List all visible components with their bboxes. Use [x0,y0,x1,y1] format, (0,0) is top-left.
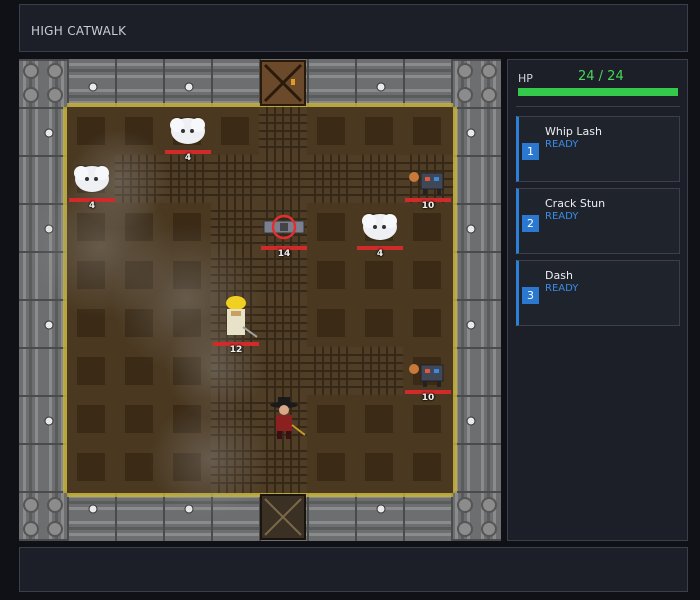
robot-icon [409,172,444,195]
hp-label: 10 [421,393,435,403]
sheep-icon [362,214,397,240]
hotkey-badge: 3 [522,287,539,304]
hp-label: 4 [376,249,384,259]
whip-hero-icon [270,397,306,439]
robot-enemy[interactable]: 10 [405,351,451,403]
robot-icon [409,364,444,387]
hp-label: 14 [277,249,291,259]
sheep-enemy[interactable]: 4 [357,207,403,259]
game-board[interactable]: 4 4 10 14 4 12 10 [19,59,501,541]
ability-whip-lash[interactable]: Whip Lash READY 1 [516,116,680,182]
player-hp-fill [518,88,678,96]
hp-label: 10 [421,201,435,211]
hp-label: 4 [184,153,192,163]
hp-value: 24 / 24 [578,69,624,84]
status-sidebar: HP 24 / 24 Whip Lash READY 1 Crack Stun … [507,59,688,541]
turret-icon [263,214,305,240]
sheep-enemy[interactable]: 4 [69,159,115,211]
miner-icon [226,296,258,338]
hp-caption: HP [518,72,533,85]
ability-name: Crack Stun [545,197,606,210]
ability-dash[interactable]: Dash READY 3 [516,260,680,326]
ability-status: READY [545,211,579,222]
level-title: HIGH CATWALK [31,24,127,38]
turret-enemy[interactable]: 14 [261,207,307,259]
message-log [19,547,688,592]
sheep-icon [74,166,109,192]
sheep-enemy[interactable]: 4 [165,111,211,163]
sheep-icon [170,118,205,144]
ability-status: READY [545,139,579,150]
player-hp-bar [518,88,678,96]
hp-label: 12 [229,345,243,355]
ability-status: READY [545,283,579,294]
ability-name: Dash [545,269,573,282]
hotkey-badge: 1 [522,143,539,160]
header-bar: HIGH CATWALK [19,4,688,52]
divider [516,106,680,107]
hp-label: 4 [88,201,96,211]
miner-enemy[interactable]: 12 [213,295,259,355]
player-character[interactable] [261,395,307,443]
board-tiles [19,59,501,541]
hotkey-badge: 2 [522,215,539,232]
ability-name: Whip Lash [545,125,602,138]
robot-enemy[interactable]: 10 [405,159,451,211]
ability-crack-stun[interactable]: Crack Stun READY 2 [516,188,680,254]
